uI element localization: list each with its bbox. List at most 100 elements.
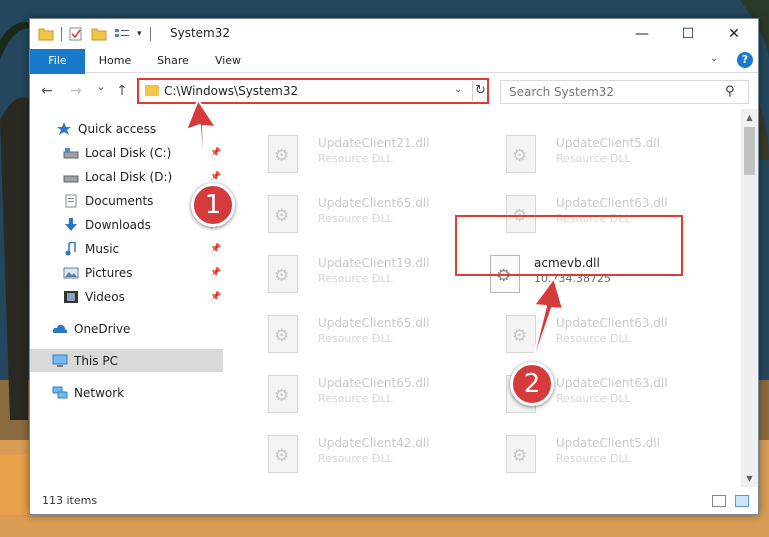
dll-file-icon [268,135,298,173]
download-icon [65,217,77,231]
tab-view[interactable]: View [205,49,251,73]
sidebar-item-label: Documents [85,193,154,208]
sidebar-item-local-disk-d[interactable]: Local Disk (D:) 📌 [30,165,223,188]
toolbar-separator [149,27,151,41]
file-description: Resource DLL [318,452,393,465]
cloud-icon [52,324,68,333]
search-box[interactable]: ⚲ [500,80,749,104]
file-item[interactable]: UpdateClient65.dll Resource DLL [246,307,476,359]
computer-icon [52,354,68,367]
music-icon [65,241,76,255]
file-name: UpdateClient63.dll [556,376,668,390]
large-icons-view-icon[interactable] [735,495,749,507]
scroll-thumb[interactable] [744,127,755,175]
help-icon[interactable]: ? [737,52,753,68]
sidebar-item-label: Music [85,241,120,256]
file-item[interactable]: UpdateClient5.dll Resource DLL [484,427,714,479]
customize-toolbar-icon[interactable]: ▾ [137,29,142,39]
sidebar-item-quick-access[interactable]: Quick access [30,117,223,140]
up-arrow-icon[interactable]: ↑ [114,83,130,99]
sidebar-item-label: This PC [74,353,118,368]
pin-icon[interactable]: 📌 [210,172,221,182]
vertical-scrollbar[interactable]: ▲ ▼ [741,109,758,487]
sidebar-item-onedrive[interactable]: OneDrive [30,317,223,340]
folder-icon[interactable] [38,27,54,41]
back-arrow-icon[interactable]: ← [39,83,55,99]
close-button[interactable]: ✕ [711,19,757,49]
quick-access-toolbar: ▾ [38,26,157,42]
star-icon [57,121,71,135]
file-item[interactable]: UpdateClient21.dll Resource DLL [246,127,476,179]
pictures-icon [63,267,79,278]
file-item[interactable]: UpdateClient19.dll Resource DLL [246,247,476,299]
address-bar[interactable]: C:\Windows\System32 ⌄ ↻ [137,78,489,104]
window-title: System32 [170,26,231,40]
step-badge-2: 2 [510,362,554,406]
dll-file-icon [268,375,298,413]
sidebar-item-network[interactable]: Network [30,381,223,404]
dll-file-icon [268,255,298,293]
navigation-bar: ← → ⌄ ↑ C:\Windows\System32 ⌄ ↻ ⚲ [30,74,758,108]
file-item[interactable]: UpdateClient42.dll Resource DLL [246,427,476,479]
pin-icon[interactable]: 📌 [210,244,221,254]
pin-icon[interactable]: 📌 [210,268,221,278]
file-item[interactable]: UpdateClient65.dll Resource DLL [246,187,476,239]
view-options-icon[interactable] [114,27,130,41]
address-dropdown-icon[interactable]: ⌄ [454,84,462,95]
file-name: UpdateClient42.dll [318,436,430,450]
folder-icon [145,85,159,96]
file-description: Resource DLL [556,332,631,345]
file-description: Resource DLL [556,452,631,465]
dll-file-icon [506,315,536,353]
file-description: Resource DLL [318,392,393,405]
chevron-down-icon[interactable]: ⌄ [710,53,718,64]
search-icon[interactable]: ⚲ [725,84,735,99]
details-view-icon[interactable] [712,495,726,507]
maximize-button[interactable]: ☐ [665,19,711,49]
forward-arrow-icon[interactable]: → [68,83,84,99]
minimize-button[interactable]: — [619,19,665,49]
file-description: Resource DLL [556,152,631,165]
scroll-up-icon[interactable]: ▲ [741,109,758,126]
sidebar-item-label: Network [74,385,125,400]
sidebar-item-label: OneDrive [74,321,131,336]
pin-icon[interactable]: 📌 [210,148,221,158]
sidebar-item-label: Videos [85,289,125,304]
address-path[interactable]: C:\Windows\System32 [164,84,298,98]
tab-share[interactable]: Share [148,49,198,73]
navigation-pane: Quick access Local Disk (C:) 📌 Local Dis… [30,109,225,487]
file-name: UpdateClient65.dll [318,316,430,330]
dll-file-icon [506,135,536,173]
title-bar: ▾ System32 — ☐ ✕ [30,19,758,49]
ribbon-tabs: File Home Share View ⌄ ? [30,49,758,101]
properties-icon[interactable] [68,27,84,41]
tab-home[interactable]: Home [92,49,138,73]
videos-icon [64,290,78,303]
sidebar-item-label: Downloads [85,217,151,232]
sidebar-item-this-pc[interactable]: This PC [30,349,223,372]
file-name: UpdateClient63.dll [556,196,668,210]
file-item[interactable]: UpdateClient63.dll Resource DLL [484,307,714,359]
file-item[interactable]: UpdateClient5.dll Resource DLL [484,127,714,179]
sidebar-item-label: Local Disk (D:) [85,169,173,184]
file-description: Resource DLL [556,392,631,405]
pin-icon[interactable]: 📌 [210,292,221,302]
sidebar-item-music[interactable]: Music 📌 [30,237,223,260]
file-item[interactable]: UpdateClient65.dll Resource DLL [246,367,476,419]
file-name: UpdateClient65.dll [318,196,430,210]
file-description: Resource DLL [318,212,393,225]
scroll-down-icon[interactable]: ▼ [741,470,758,487]
search-input[interactable] [501,81,721,103]
recent-locations-icon[interactable]: ⌄ [93,80,109,93]
sidebar-item-pictures[interactable]: Pictures 📌 [30,261,223,284]
refresh-icon[interactable]: ↻ [472,81,488,101]
file-description: Resource DLL [318,272,393,285]
file-list: UpdateClient21.dll Resource DLL UpdateCl… [226,109,740,489]
drive-icon [63,175,79,182]
sidebar-item-videos[interactable]: Videos 📌 [30,285,223,308]
item-count: 113 items [42,494,98,507]
sidebar-item-local-disk-c[interactable]: Local Disk (C:) 📌 [30,141,223,164]
new-folder-icon[interactable] [91,27,107,41]
dll-file-icon [506,435,536,473]
step-badge-1: 1 [191,183,235,227]
